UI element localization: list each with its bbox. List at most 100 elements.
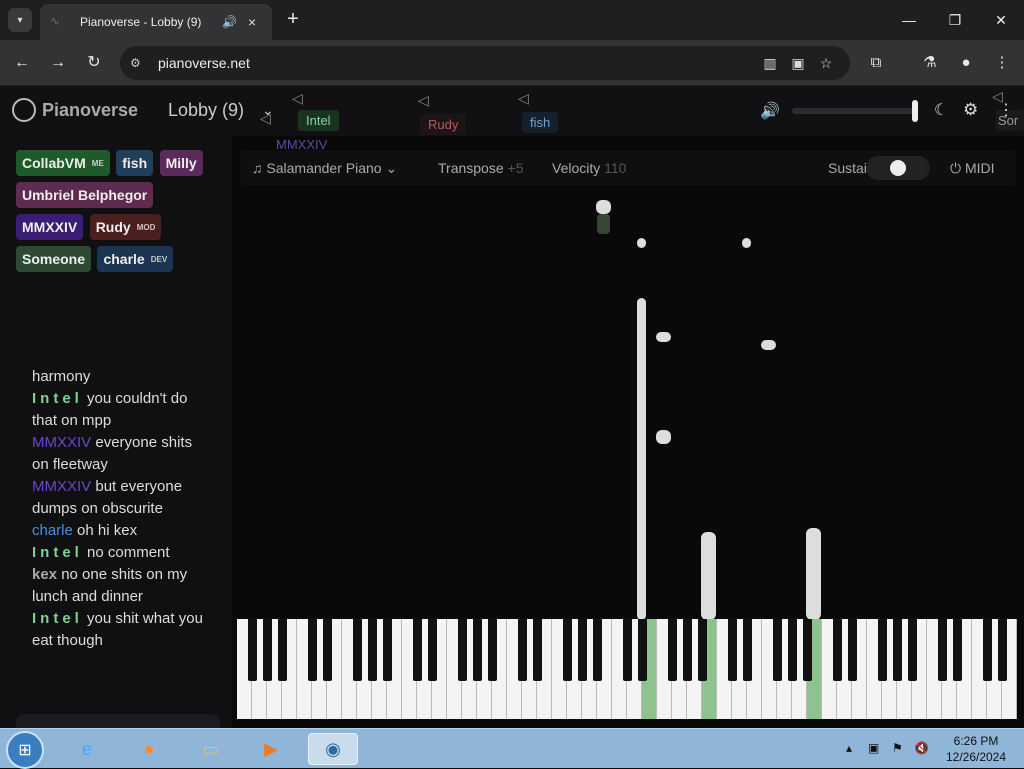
user-tag[interactable]: Milly: [159, 150, 203, 176]
black-key[interactable]: [997, 619, 1007, 681]
black-key[interactable]: [517, 619, 527, 681]
sustain-toggle-knob[interactable]: [890, 160, 906, 176]
black-key[interactable]: [322, 619, 332, 681]
black-key[interactable]: [697, 619, 707, 681]
black-key[interactable]: [982, 619, 992, 681]
black-key[interactable]: [577, 619, 587, 681]
black-key[interactable]: [412, 619, 422, 681]
black-key[interactable]: [307, 619, 317, 681]
user-tag[interactable]: CollabVM ME: [16, 150, 110, 176]
reader-icon[interactable]: ▥: [756, 55, 784, 72]
black-key[interactable]: [727, 619, 737, 681]
black-key[interactable]: [907, 619, 917, 681]
minimize-icon[interactable]: —: [886, 0, 932, 40]
volume-slider-knob[interactable]: [912, 100, 918, 122]
url-text[interactable]: pianoverse.net: [158, 55, 756, 71]
browser-tab[interactable]: ∿ Pianoverse - Lobby (9) 🔊 ×: [40, 4, 272, 40]
tab-search-icon[interactable]: ▾: [8, 8, 32, 32]
address-bar[interactable]: ⚙ pianoverse.net ▥ ▣ ☆: [120, 46, 850, 80]
clock[interactable]: 6:26 PM 12/26/2024: [940, 733, 1012, 765]
transpose-control[interactable]: Transpose +5: [438, 160, 523, 176]
piano-keyboard[interactable]: [237, 619, 1017, 719]
black-key[interactable]: [247, 619, 257, 681]
close-window-icon[interactable]: ✕: [978, 0, 1024, 40]
falling-note: [656, 332, 671, 342]
audio-icon[interactable]: 🔊: [222, 15, 238, 29]
user-tag[interactable]: charle DEV: [97, 246, 174, 272]
moon-icon[interactable]: ☾: [934, 100, 948, 120]
user-tag[interactable]: Someone: [16, 246, 92, 272]
user-list: CollabVM ME fish Milly Umbriel Belphegor …: [16, 150, 220, 278]
black-key[interactable]: [562, 619, 572, 681]
black-key[interactable]: [487, 619, 497, 681]
midi-label: MIDI: [964, 160, 995, 176]
ie-icon[interactable]: e: [62, 733, 112, 765]
logo-text: Pianoverse: [42, 99, 139, 120]
black-key[interactable]: [367, 619, 377, 681]
instrument-select[interactable]: ♫ Salamander Piano ⌄: [252, 160, 397, 177]
volume-slider[interactable]: [792, 108, 914, 114]
black-key[interactable]: [277, 619, 287, 681]
chat-user: Intel: [32, 390, 83, 407]
windows-taskbar: ⊞ e ● ▭ ▶ ◉ ▴ ▣ ⚑ 🔇 6:26 PM 12/26/2024: [0, 728, 1024, 769]
firefox-icon[interactable]: ●: [124, 733, 174, 765]
labs-icon[interactable]: ⚗: [918, 51, 942, 75]
black-key[interactable]: [352, 619, 362, 681]
black-key[interactable]: [472, 619, 482, 681]
bookmark-star-icon[interactable]: ☆: [812, 55, 840, 72]
chat-user: kex: [32, 566, 58, 583]
black-key[interactable]: [877, 619, 887, 681]
black-key[interactable]: [382, 619, 392, 681]
user-tag[interactable]: MMXXIV: [16, 214, 84, 240]
tray-arrow-icon[interactable]: ▴: [846, 741, 852, 755]
black-key[interactable]: [742, 619, 752, 681]
black-key[interactable]: [772, 619, 782, 681]
explorer-icon[interactable]: ▭: [186, 733, 236, 765]
black-key[interactable]: [622, 619, 632, 681]
start-button[interactable]: ⊞: [6, 731, 44, 769]
more-icon[interactable]: ⋮: [998, 100, 1014, 120]
site-info-icon[interactable]: ⚙: [130, 56, 148, 70]
user-name: Milly: [165, 155, 197, 171]
gear-icon[interactable]: ⚙: [963, 100, 978, 120]
black-key[interactable]: [532, 619, 542, 681]
new-tab-icon[interactable]: +: [282, 8, 304, 30]
user-tag[interactable]: fish: [116, 150, 154, 176]
install-icon[interactable]: ▣: [784, 55, 812, 72]
user-tag[interactable]: Rudy MOD: [89, 214, 162, 240]
back-icon[interactable]: ←: [10, 51, 34, 75]
sidebar: CollabVM ME fish Milly Umbriel Belphegor …: [0, 136, 232, 760]
close-icon[interactable]: ×: [248, 14, 262, 30]
profile-icon[interactable]: ●: [954, 51, 978, 75]
black-key[interactable]: [667, 619, 677, 681]
black-key[interactable]: [262, 619, 272, 681]
black-key[interactable]: [787, 619, 797, 681]
black-key[interactable]: [847, 619, 857, 681]
black-key[interactable]: [952, 619, 962, 681]
black-key[interactable]: [802, 619, 812, 681]
room-name[interactable]: Lobby (9): [168, 100, 244, 121]
black-key[interactable]: [832, 619, 842, 681]
volume-icon[interactable]: 🔊: [760, 101, 780, 121]
black-key[interactable]: [682, 619, 692, 681]
chat-text: oh hi kex: [77, 522, 138, 539]
flag-icon[interactable]: ⚑: [892, 741, 903, 755]
restore-icon[interactable]: ❐: [932, 0, 978, 40]
black-key[interactable]: [637, 619, 647, 681]
black-key[interactable]: [937, 619, 947, 681]
menu-icon[interactable]: ⋮: [990, 51, 1014, 75]
black-key[interactable]: [457, 619, 467, 681]
user-tag[interactable]: Umbriel Belphegor: [16, 182, 154, 208]
reload-icon[interactable]: ↻: [82, 51, 106, 75]
black-key[interactable]: [427, 619, 437, 681]
black-key[interactable]: [892, 619, 902, 681]
midi-button[interactable]: ⏻ MIDI: [950, 160, 995, 177]
media-player-icon[interactable]: ▶: [246, 733, 296, 765]
volume-muted-icon[interactable]: 🔇: [914, 741, 929, 755]
network-icon[interactable]: ▣: [868, 741, 879, 755]
forward-icon[interactable]: →: [46, 51, 70, 75]
chrome-active-icon[interactable]: ◉: [308, 733, 358, 765]
velocity-control[interactable]: Velocity 110: [552, 160, 626, 176]
black-key[interactable]: [592, 619, 602, 681]
extensions-icon[interactable]: ⧉: [864, 51, 888, 75]
